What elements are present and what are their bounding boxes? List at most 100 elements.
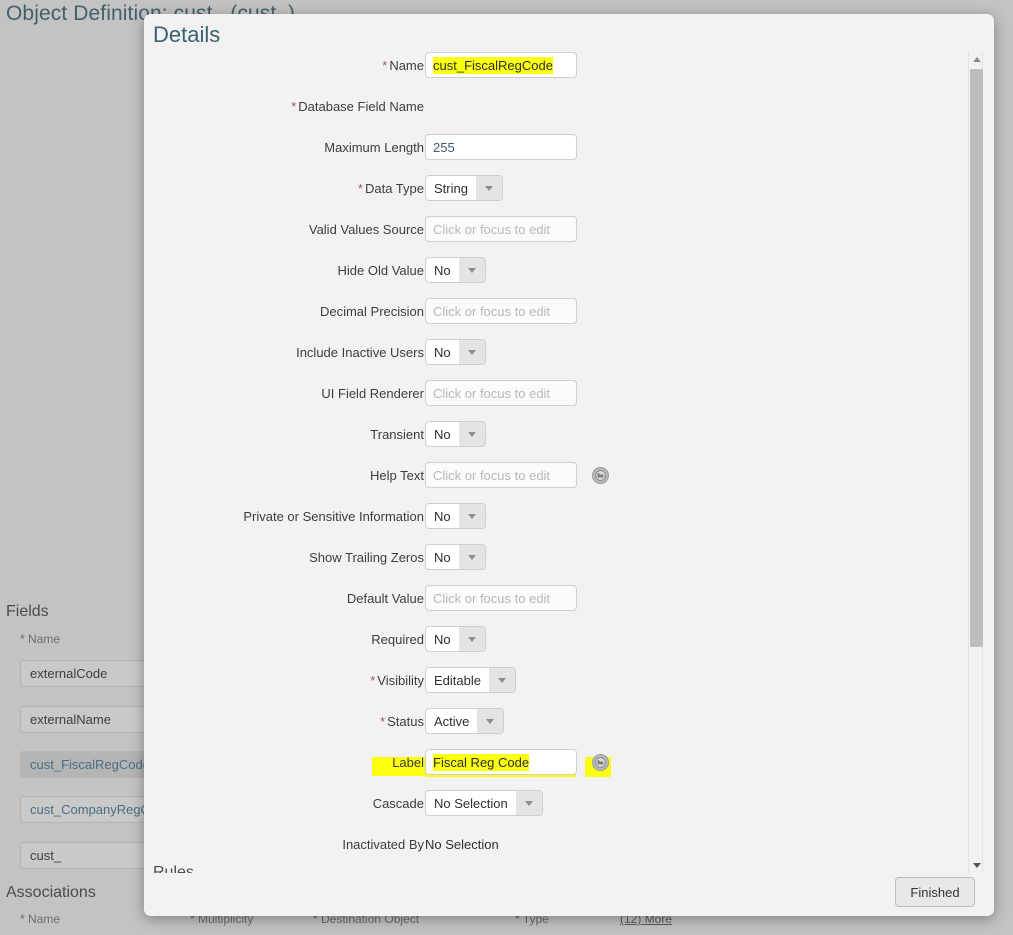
associations-section-heading: Associations [6,884,96,901]
form-label-data-type: * Data Type [358,175,424,203]
select-value: Editable [434,672,481,688]
input-default-value[interactable]: Click or focus to edit [425,585,577,611]
form-label-text: Hide Old Value [337,263,424,278]
form-row-include-inactive-users: Include Inactive Users No [144,339,994,380]
required-asterisk: * [370,673,376,688]
required-asterisk: * [357,181,363,196]
form-row-status: * Status Active [144,708,994,749]
select-value: Active [434,713,470,729]
chevron-down-icon[interactable] [475,176,502,200]
input-valid-values-source[interactable]: Click or focus to edit [425,216,577,242]
form-label-text: Label [392,755,424,770]
form-label-valid-values-source: Valid Values Source [309,216,424,244]
chevron-down-icon[interactable] [458,545,485,569]
field-list-item-label: cust_CompanyRegCo [30,802,158,817]
form-label-ui-field-renderer: UI Field Renderer [321,380,424,408]
input-value: Fiscal Reg Code [433,753,530,771]
chevron-down-icon[interactable] [458,340,485,364]
details-dialog: Details * Name cust_FiscalRegCode * Database… [144,14,994,916]
form-label-text: Transient [370,427,424,442]
form-row-data-type: * Data Type String [144,175,994,216]
input-maximum-length[interactable]: 255 [425,134,577,160]
form-label-text: Required [371,632,424,647]
globe-icon[interactable] [592,467,609,484]
chevron-down-icon[interactable] [458,627,485,651]
chevron-down-icon[interactable] [458,258,485,282]
select-value: No [434,344,451,360]
select-required[interactable]: No [425,626,486,652]
form-row-show-trailing-zeros: Show Trailing Zeros No [144,544,994,585]
form-row-decimal-precision: Decimal Precision Click or focus to edit [144,298,994,339]
form-label-text: Valid Values Source [308,222,424,237]
chevron-down-icon[interactable] [488,668,515,692]
form-label-required: Required [371,626,424,654]
form-row-cascade: Cascade No Selection [144,790,994,831]
rules-section-heading: Rules [153,864,194,873]
form-row-ui-field-renderer: UI Field Renderer Click or focus to edit [144,380,994,421]
scroll-down-icon[interactable] [969,858,984,873]
form-row-required: Required No [144,626,994,667]
select-value: No [434,508,451,524]
form-label-text: Cascade [372,796,424,811]
select-value: No [434,631,451,647]
finished-button[interactable]: Finished [895,877,975,907]
field-list-item-label: externalName [30,712,111,727]
fields-section-heading: Fields [6,603,49,620]
input-value: 255 [433,139,455,155]
scroll-up-icon[interactable] [969,52,984,67]
input-placeholder: Click or focus to edit [433,303,551,319]
dialog-scroll-area[interactable]: * Name cust_FiscalRegCode * Database Field N… [144,52,994,873]
form-label-text: Maximum Length [324,140,424,155]
form-label-text: Default Value [346,591,424,606]
chevron-down-icon[interactable] [458,422,485,446]
input-placeholder: Click or focus to edit [433,221,551,237]
form-row-inactivated-by: Inactivated By No Selection [144,831,994,872]
select-show-trailing-zeros[interactable]: No [425,544,486,570]
input-name[interactable]: cust_FiscalRegCode [425,52,577,78]
form-row-name: * Name cust_FiscalRegCode [144,52,994,93]
select-private-or-sensitive-information[interactable]: No [425,503,486,529]
select-transient[interactable]: No [425,421,486,447]
form-label-include-inactive-users: Include Inactive Users [296,339,424,367]
select-status[interactable]: Active [425,708,505,734]
dialog-scrollbar[interactable] [968,52,983,873]
form-row-transient: Transient No [144,421,994,462]
form-label-text: Name [389,58,424,73]
chevron-down-icon[interactable] [477,709,504,733]
form-row-hide-old-value: Hide Old Value No [144,257,994,298]
input-ui-field-renderer[interactable]: Click or focus to edit [425,380,577,406]
required-asterisk: * [380,714,386,729]
select-value: No [434,262,451,278]
select-data-type[interactable]: String [425,175,503,201]
select-visibility[interactable]: Editable [425,667,516,693]
form-row-maximum-length: Maximum Length 255 [144,134,994,175]
form-label-decimal-precision: Decimal Precision [320,298,424,326]
select-value: No Selection [434,795,508,811]
form-row-default-value: Default Value Click or focus to edit [144,585,994,626]
input-help-text[interactable]: Click or focus to edit [425,462,577,488]
form-label-text: Show Trailing Zeros [309,550,424,565]
select-value: String [434,180,468,196]
form-label-text: Private or Sensitive Information [243,509,424,524]
form-label-default-value: Default Value [347,585,424,613]
globe-icon[interactable] [592,754,609,771]
form-label-text: Database Field Name [298,99,424,114]
details-form: * Name cust_FiscalRegCode * Database Field N… [144,52,994,872]
select-hide-old-value[interactable]: No [425,257,486,283]
chevron-down-icon[interactable] [458,504,485,528]
form-label-text: Include Inactive Users [296,345,424,360]
form-label-transient: Transient [370,421,424,449]
chevron-down-icon[interactable] [515,791,542,815]
field-list-item-label: externalCode [30,666,108,681]
select-cascade[interactable]: No Selection [425,790,543,816]
form-label-text: Inactivated By [342,837,424,852]
scrollbar-thumb[interactable] [970,69,983,647]
input-label[interactable]: Fiscal Reg Code [425,749,577,775]
form-label-show-trailing-zeros: Show Trailing Zeros [309,544,424,572]
form-label-database-field-name: * Database Field Name [291,93,424,121]
form-label-text: Help Text [370,468,424,483]
input-value: cust_FiscalRegCode [433,56,553,74]
input-decimal-precision[interactable]: Click or focus to edit [425,298,577,324]
select-include-inactive-users[interactable]: No [425,339,486,365]
input-placeholder: Click or focus to edit [433,590,551,606]
